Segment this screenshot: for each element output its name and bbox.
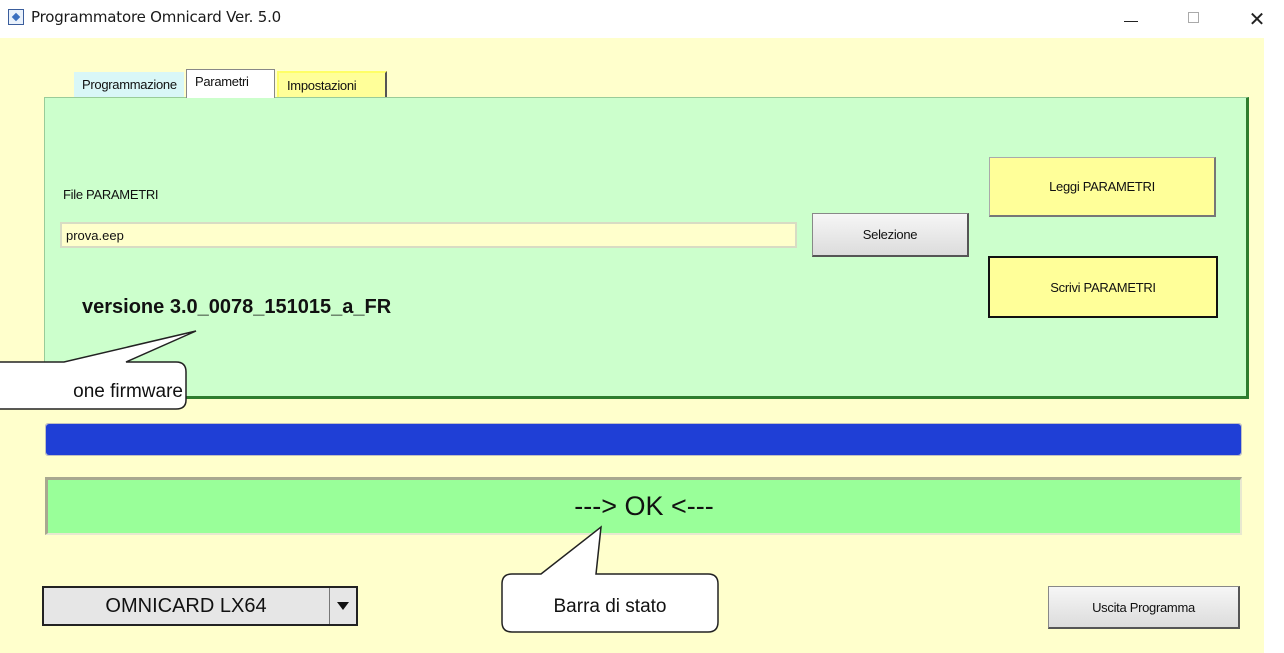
firmware-version-label: versione 3.0_0078_151015_a_FR xyxy=(82,296,392,318)
scrivi-parametri-button[interactable]: Scrivi PARAMETRI xyxy=(988,256,1218,318)
file-parametri-input[interactable] xyxy=(60,222,797,248)
maximize-button[interactable] xyxy=(1171,0,1217,38)
file-parametri-label: File PARAMETRI xyxy=(63,187,159,202)
uscita-programma-button[interactable]: Uscita Programma xyxy=(1048,586,1240,629)
tab-parametri[interactable]: Parametri xyxy=(186,69,275,98)
progress-bar xyxy=(45,423,1242,456)
title-bar: Programmatore Omnicard Ver. 5.0 ✕ xyxy=(0,0,1284,38)
leggi-parametri-button[interactable]: Leggi PARAMETRI xyxy=(989,157,1216,217)
app-icon xyxy=(8,9,24,25)
progress-bar-fill xyxy=(46,424,1241,455)
chevron-down-icon[interactable] xyxy=(329,588,356,624)
parametri-panel xyxy=(44,97,1249,399)
device-select[interactable]: OMNICARD LX64 xyxy=(42,586,358,626)
device-select-value: OMNICARD LX64 xyxy=(105,595,267,617)
status-bar: ---> OK <--- xyxy=(45,477,1242,535)
selezione-button[interactable]: Selezione xyxy=(812,213,969,257)
callout-status-text: Barra di stato xyxy=(553,596,667,617)
tab-impostazioni[interactable]: Impostazioni xyxy=(277,71,387,97)
callout-firmware-text: one firmware xyxy=(73,381,183,402)
close-button[interactable]: ✕ xyxy=(1234,0,1280,38)
window-title: Programmatore Omnicard Ver. 5.0 xyxy=(31,8,282,26)
minimize-button[interactable] xyxy=(1108,0,1154,38)
tab-programmazione[interactable]: Programmazione xyxy=(74,72,184,98)
